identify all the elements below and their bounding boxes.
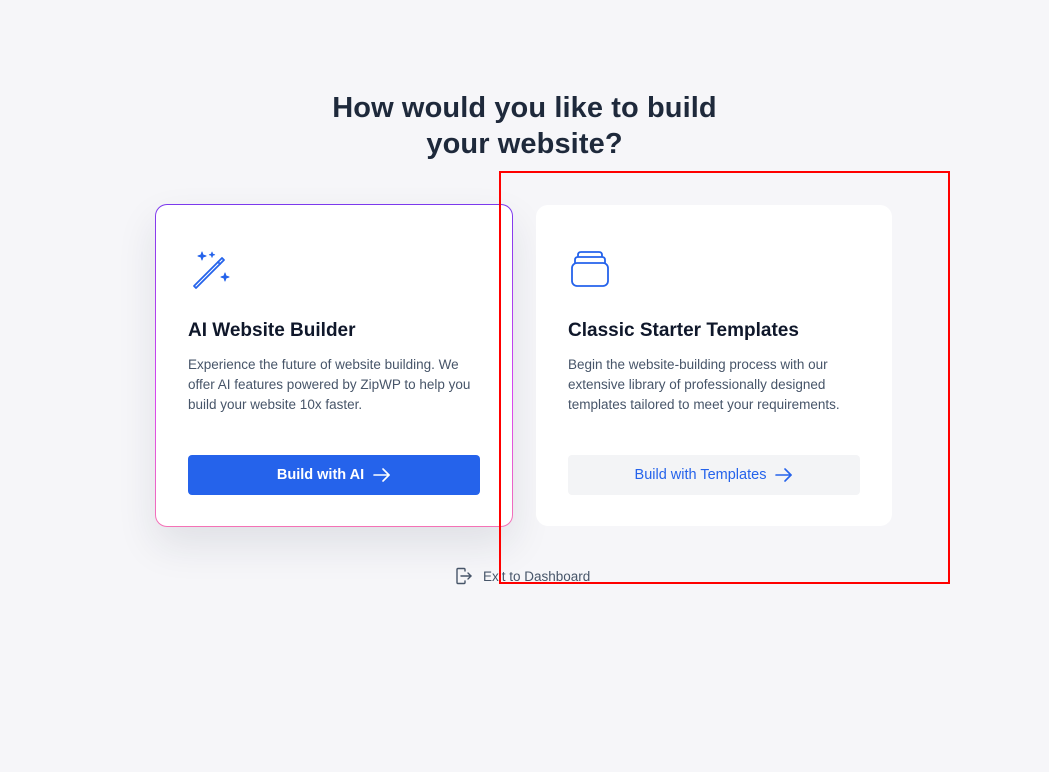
build-with-ai-button[interactable]: Build with AI: [188, 455, 480, 495]
build-with-ai-label: Build with AI: [276, 467, 365, 483]
page-title: How would you like to build your website…: [0, 90, 1049, 162]
templates-stack-icon: [568, 249, 612, 293]
ai-website-builder-card[interactable]: AI Website Builder Experience the future…: [155, 204, 513, 527]
magic-wand-icon: [188, 248, 232, 292]
arrow-right-icon: [373, 468, 391, 482]
exit-to-dashboard-label: Exit to Dashboard: [483, 568, 591, 584]
build-with-templates-label: Build with Templates: [634, 467, 767, 483]
build-with-templates-button[interactable]: Build with Templates: [568, 455, 860, 495]
classic-starter-templates-card[interactable]: Classic Starter Templates Begin the webs…: [536, 205, 892, 526]
page-title-line-1: How would you like to build: [332, 92, 717, 125]
page-title-line-2: your website?: [426, 128, 623, 161]
exit-to-dashboard-link[interactable]: Exit to Dashboard: [455, 567, 590, 585]
exit-icon: [455, 567, 473, 585]
card-title: Classic Starter Templates: [568, 320, 799, 341]
card-description: Begin the website-building process with …: [568, 357, 840, 412]
arrow-right-icon: [775, 468, 793, 482]
card-description: Experience the future of website buildin…: [188, 357, 471, 412]
card-title: AI Website Builder: [188, 320, 356, 341]
